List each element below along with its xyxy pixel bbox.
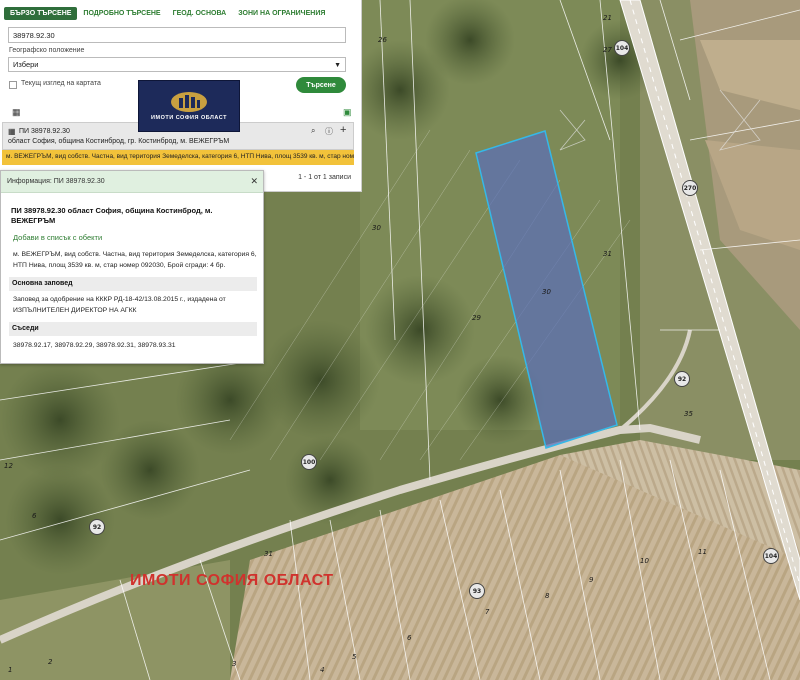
parcel-icon: ▦ — [8, 127, 16, 136]
add-to-list-link[interactable]: Добави в списък с обекти — [13, 233, 102, 242]
geo-position-value: Избери — [13, 60, 39, 69]
parcel-number: 21 — [603, 14, 612, 22]
search-button[interactable]: Търсене — [296, 77, 346, 93]
order-heading: Основна заповед — [9, 277, 257, 291]
parcel-number: 12 — [4, 462, 13, 470]
parcel-number: 2 — [48, 658, 53, 666]
parcel-number: 8 — [545, 592, 550, 600]
parcel-number: 35 — [684, 410, 693, 418]
export-icon[interactable]: ▣ — [343, 107, 352, 118]
parcel-number: 5 — [352, 653, 357, 661]
parcel-number: 30 — [372, 224, 381, 232]
road-number-badge: 92 — [89, 519, 105, 535]
info-header: Информация: ПИ 38978.92.30 — [1, 171, 263, 193]
add-icon[interactable]: + — [340, 124, 346, 136]
brand-logo: ИМОТИ СОФИЯ ОБЛАСТ — [138, 80, 240, 132]
parcel-number: 27 — [603, 46, 612, 54]
watermark: ИМОТИ СОФИЯ ОБЛАСТ — [130, 572, 334, 589]
search-tabs: БЪРЗО ТЪРСЕНЕ ПОДРОБНО ТЪРСЕНЕ ГЕОД. ОСН… — [0, 0, 361, 22]
neighbors-list: 38978.92.17, 38978.92.29, 38978.92.31, 3… — [13, 342, 176, 349]
tab-restriction-zones[interactable]: ЗОНИ НА ОГРАНИЧЕНИЯ — [232, 7, 331, 20]
tab-quick-search[interactable]: БЪРЗО ТЪРСЕНЕ — [4, 6, 78, 20]
road-number-badge: 104 — [614, 40, 630, 56]
parcel-number: 26 — [378, 36, 387, 44]
close-icon[interactable]: ✕ — [250, 176, 258, 187]
info-header-title: Информация: ПИ 38978.92.30 — [7, 178, 105, 185]
result-location: област София, община Костинброд, гр. Кос… — [8, 138, 230, 145]
parcel-number: 31 — [603, 250, 612, 258]
neighbors-heading: Съседи — [9, 322, 257, 336]
road-number-badge: 92 — [674, 371, 690, 387]
road-number-badge: 93 — [469, 583, 485, 599]
parcel-number: 6 — [32, 512, 37, 520]
tab-detailed-search[interactable]: ПОДРОБНО ТЪРСЕНЕ — [77, 7, 166, 20]
parcel-number: 4 — [320, 666, 325, 674]
parcel-number: 6 — [407, 634, 412, 642]
info-icon[interactable]: ⓘ — [325, 126, 333, 137]
search-icon[interactable]: ⌕ — [311, 126, 315, 136]
parcel-number: 9 — [589, 576, 594, 584]
chevron-down-icon: ▼ — [334, 62, 341, 69]
result-count: 1 - 1 от 1 записи — [298, 174, 351, 181]
parcel-number: 29 — [472, 314, 481, 322]
current-view-checkbox[interactable] — [9, 81, 17, 89]
result-id: ПИ 38978.92.30 — [19, 128, 70, 135]
order-text: Заповед за одобрение на КККР РД-18-42/13… — [13, 296, 226, 314]
geo-position-label: Географско положение — [9, 47, 85, 54]
road-number-badge: 100 — [301, 454, 317, 470]
road-number-badge: 270 — [682, 180, 698, 196]
search-input[interactable]: 38978.92.30 — [8, 27, 346, 43]
result-row-highlighted[interactable]: м. ВЕЖЕГРЪМ, вид собств. Частна, вид тер… — [2, 150, 354, 165]
parcel-number: 31 — [264, 550, 273, 558]
info-panel: Информация: ПИ 38978.92.30 ✕ ПИ 38978.92… — [0, 170, 264, 364]
road-number-badge: 104 — [763, 548, 779, 564]
parcel-number: 30 — [542, 288, 551, 296]
tab-geodetic-base[interactable]: ГЕОД. ОСНОВА — [167, 7, 233, 20]
building-icon — [171, 92, 207, 112]
parcel-number: 1 — [8, 666, 13, 674]
geo-position-select[interactable]: Избери ▼ — [8, 57, 346, 72]
parcel-number: 10 — [640, 557, 649, 565]
info-description: м. ВЕЖЕГРЪМ, вид собств. Частна, вид тер… — [13, 251, 257, 269]
parcel-number: 7 — [485, 608, 490, 616]
logo-text: ИМОТИ СОФИЯ ОБЛАСТ — [151, 115, 227, 121]
current-view-label: Текущ изглед на картата — [21, 80, 101, 87]
info-title: ПИ 38978.92.30 област София, община Кост… — [11, 206, 213, 225]
parcel-number: 3 — [232, 660, 237, 668]
grid-icon[interactable]: ▦ — [12, 107, 21, 118]
parcel-number: 11 — [698, 548, 707, 556]
